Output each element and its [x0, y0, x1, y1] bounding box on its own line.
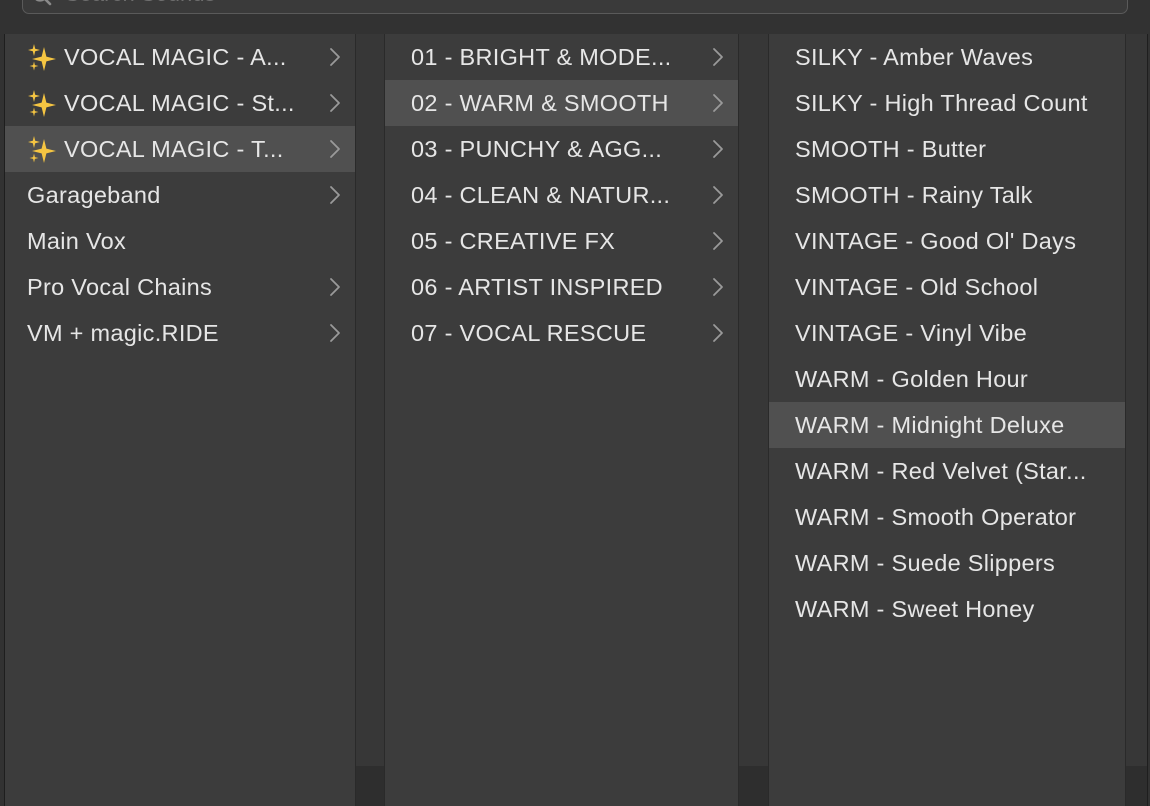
subcategory-item-label: 04 - CLEAN & NATUR... [411, 181, 671, 208]
preset-item-label: WARM - Smooth Operator [795, 503, 1077, 530]
chevron-right-icon [713, 324, 723, 342]
preset-item-label: WARM - Midnight Deluxe [795, 411, 1065, 438]
preset-item[interactable]: SMOOTH - Butter [769, 126, 1125, 172]
subcategory-item[interactable]: 02 - WARM & SMOOTH [385, 80, 738, 126]
subcategory-list: 01 - BRIGHT & MODE... 02 - WARM & SMOOTH 0… [385, 34, 738, 356]
subcategory-item-label: 07 - VOCAL RESCUE [411, 319, 647, 346]
subcategory-item[interactable]: 03 - PUNCHY & AGG... [385, 126, 738, 172]
preset-item-label: SILKY - High Thread Count [795, 89, 1088, 116]
preset-item-label: SILKY - Amber Waves [795, 43, 1034, 70]
preset-item[interactable]: SMOOTH - Rainy Talk [769, 172, 1125, 218]
preset-item-label: WARM - Suede Slippers [795, 549, 1056, 576]
subcategory-item-label: 02 - WARM & SMOOTH [411, 89, 669, 116]
preset-item-label: VINTAGE - Good Ol' Days [795, 227, 1077, 254]
category-item[interactable]: Garageband [5, 172, 355, 218]
chevron-right-icon [713, 94, 723, 112]
preset-item-label: SMOOTH - Rainy Talk [795, 181, 1033, 208]
chevron-right-icon [330, 324, 340, 342]
preset-column: SILKY - Amber Waves SILKY - High Thread C… [769, 34, 1125, 806]
preset-list: SILKY - Amber Waves SILKY - High Thread C… [769, 34, 1125, 632]
chevron-right-icon [330, 186, 340, 204]
category-item-label: Garageband [27, 181, 161, 208]
column-footer [739, 766, 768, 806]
subcategory-item-label: 03 - PUNCHY & AGG... [411, 135, 663, 162]
subcategory-item[interactable]: 01 - BRIGHT & MODE... [385, 34, 738, 80]
search-icon [35, 0, 52, 6]
category-list: VOCAL MAGIC - A... VOCAL MAGIC - St... VOC… [5, 34, 355, 356]
preset-item[interactable]: WARM - Golden Hour [769, 356, 1125, 402]
preset-item[interactable]: WARM - Sweet Honey [769, 586, 1125, 632]
column-divider[interactable] [738, 34, 769, 806]
chevron-right-icon [713, 186, 723, 204]
subcategory-item-label: 06 - ARTIST INSPIRED [411, 273, 663, 300]
subcategory-item[interactable]: 04 - CLEAN & NATUR... [385, 172, 738, 218]
column-footer [356, 766, 384, 806]
subcategory-item[interactable]: 06 - ARTIST INSPIRED [385, 264, 738, 310]
preset-item-label: WARM - Golden Hour [795, 365, 1029, 392]
category-item-label: VOCAL MAGIC - T... [64, 135, 284, 162]
preset-item[interactable]: SILKY - High Thread Count [769, 80, 1125, 126]
category-item[interactable]: Main Vox [5, 218, 355, 264]
preset-item[interactable]: SILKY - Amber Waves [769, 34, 1125, 80]
subcategory-item-label: 05 - CREATIVE FX [411, 227, 616, 254]
chevron-right-icon [330, 48, 340, 66]
sparkles-icon [28, 44, 56, 71]
preset-item[interactable]: WARM - Midnight Deluxe [769, 402, 1125, 448]
preset-item-label: WARM - Red Velvet (Star... [795, 457, 1087, 484]
chevron-right-icon [713, 232, 723, 250]
subcategory-item[interactable]: 05 - CREATIVE FX [385, 218, 738, 264]
category-item[interactable]: VM + magic.RIDE [5, 310, 355, 356]
search-input[interactable] [63, 0, 967, 8]
category-item[interactable]: VOCAL MAGIC - St... [5, 80, 355, 126]
sparkles-icon [28, 136, 56, 163]
chevron-right-icon [330, 140, 340, 158]
search-bar[interactable] [22, 0, 1128, 14]
vertical-scrollbar[interactable] [1125, 34, 1147, 806]
preset-item[interactable]: WARM - Suede Slippers [769, 540, 1125, 586]
chevron-right-icon [713, 140, 723, 158]
subcategory-item-label: 01 - BRIGHT & MODE... [411, 43, 672, 70]
category-column: VOCAL MAGIC - A... VOCAL MAGIC - St... VOC… [5, 34, 355, 806]
column-footer [1126, 766, 1147, 806]
category-item[interactable]: VOCAL MAGIC - A... [5, 34, 355, 80]
preset-item[interactable]: VINTAGE - Old School [769, 264, 1125, 310]
category-item-label: Main Vox [27, 227, 127, 254]
subcategory-column: 01 - BRIGHT & MODE... 02 - WARM & SMOOTH 0… [385, 34, 738, 806]
subcategory-item[interactable]: 07 - VOCAL RESCUE [385, 310, 738, 356]
preset-item-label: WARM - Sweet Honey [795, 595, 1035, 622]
category-item-label: VM + magic.RIDE [27, 319, 219, 346]
category-item-label: VOCAL MAGIC - St... [64, 89, 295, 116]
preset-item[interactable]: VINTAGE - Vinyl Vibe [769, 310, 1125, 356]
category-item-label: VOCAL MAGIC - A... [64, 43, 287, 70]
chevron-right-icon [330, 278, 340, 296]
preset-item-label: VINTAGE - Old School [795, 273, 1039, 300]
category-item[interactable]: VOCAL MAGIC - T... [5, 126, 355, 172]
chevron-right-icon [713, 278, 723, 296]
chevron-right-icon [713, 48, 723, 66]
preset-item-label: VINTAGE - Vinyl Vibe [795, 319, 1027, 346]
chevron-right-icon [330, 94, 340, 112]
category-item-label: Pro Vocal Chains [27, 273, 213, 300]
sound-library-window: VOCAL MAGIC - A... VOCAL MAGIC - St... VOC… [0, 0, 1150, 806]
column-divider[interactable] [355, 34, 385, 806]
sparkles-icon [28, 90, 56, 117]
category-item[interactable]: Pro Vocal Chains [5, 264, 355, 310]
preset-item-label: SMOOTH - Butter [795, 135, 987, 162]
column-browser: VOCAL MAGIC - A... VOCAL MAGIC - St... VOC… [4, 34, 1148, 806]
preset-item[interactable]: WARM - Smooth Operator [769, 494, 1125, 540]
preset-item[interactable]: VINTAGE - Good Ol' Days [769, 218, 1125, 264]
preset-item[interactable]: WARM - Red Velvet (Star... [769, 448, 1125, 494]
